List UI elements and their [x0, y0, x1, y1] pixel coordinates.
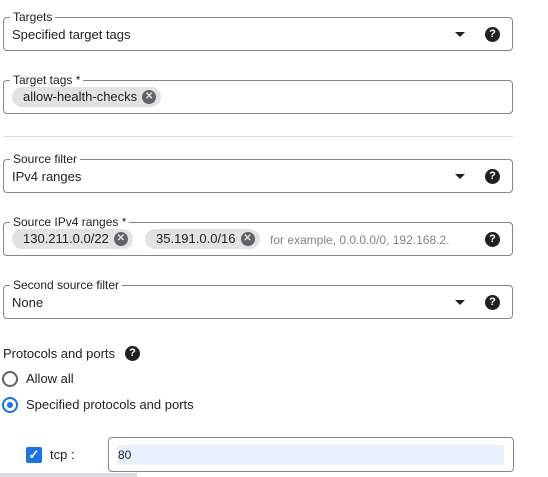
targets-select[interactable]: Targets Specified target tags ?: [3, 9, 513, 51]
second-source-filter-value: None: [12, 295, 44, 310]
specified-protocols-label[interactable]: Specified protocols and ports: [26, 397, 194, 413]
target-tags-field[interactable]: Target tags * allow-health-checks ✕: [3, 72, 513, 114]
remove-chip-icon[interactable]: ✕: [240, 232, 255, 246]
source-filter-value: IPv4 ranges: [12, 169, 82, 184]
targets-value: Specified target tags: [12, 27, 131, 42]
help-icon[interactable]: ?: [485, 27, 500, 42]
chevron-down-icon[interactable]: [455, 300, 465, 305]
remove-chip-icon[interactable]: ✕: [113, 232, 128, 246]
check-icon: ✓: [28, 447, 40, 462]
protocols-title: Protocols and ports: [3, 346, 116, 361]
target-tags-label: Target tags *: [10, 72, 84, 88]
targets-label: Targets: [10, 9, 56, 25]
help-icon[interactable]: ?: [125, 346, 140, 361]
source-filter-label: Source filter: [10, 151, 81, 167]
remove-chip-icon[interactable]: ✕: [142, 90, 157, 104]
horizontal-scrollbar[interactable]: [0, 473, 137, 477]
help-icon[interactable]: ?: [485, 295, 500, 310]
help-icon[interactable]: ?: [485, 232, 500, 247]
chevron-down-icon[interactable]: [455, 174, 465, 179]
allow-all-label[interactable]: Allow all: [26, 371, 74, 387]
range-chip: 130.211.0.0/22 ✕: [12, 229, 133, 249]
tcp-ports-field[interactable]: 80: [108, 437, 514, 472]
tag-chip: allow-health-checks ✕: [12, 87, 162, 107]
second-source-filter-select[interactable]: Second source filter None ?: [3, 277, 513, 319]
second-source-filter-label: Second source filter: [10, 277, 123, 293]
specified-protocols-radio[interactable]: [2, 397, 18, 413]
allow-all-radio[interactable]: [2, 371, 18, 387]
tcp-label: tcp :: [50, 447, 75, 462]
range-chip-label: 130.211.0.0/22: [23, 231, 109, 246]
source-ranges-input[interactable]: for example, 0.0.0.0/0, 192.168.2.: [270, 232, 449, 248]
source-filter-select[interactable]: Source filter IPv4 ranges ?: [3, 151, 513, 193]
tag-chip-label: allow-health-checks: [23, 89, 138, 104]
range-chip-label: 35.191.0.0/16: [156, 231, 236, 246]
range-chip: 35.191.0.0/16 ✕: [145, 229, 260, 249]
chevron-down-icon[interactable]: [455, 32, 465, 37]
help-icon[interactable]: ?: [485, 169, 500, 184]
source-ranges-label: Source IPv4 ranges *: [10, 214, 130, 230]
source-ranges-field[interactable]: Source IPv4 ranges * 130.211.0.0/22 ✕ 35…: [3, 214, 513, 256]
tcp-checkbox[interactable]: ✓: [26, 447, 42, 463]
section-divider: [3, 136, 513, 137]
tcp-ports-input[interactable]: 80: [117, 445, 504, 465]
